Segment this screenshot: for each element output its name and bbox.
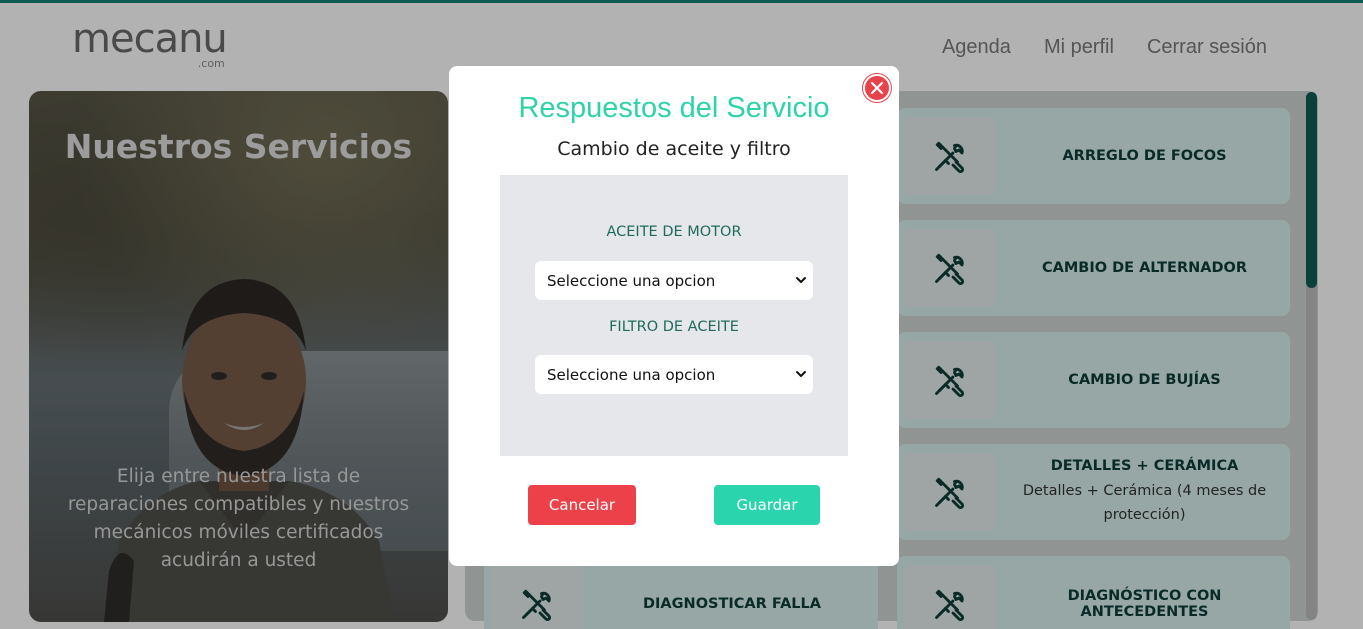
motor-oil-select[interactable]: Seleccione una opcion [535, 261, 813, 300]
select-value: Seleccione una opcion [547, 365, 716, 384]
oil-filter-select[interactable]: Seleccione una opcion [535, 355, 813, 394]
select-value: Seleccione una opcion [547, 271, 716, 290]
modal-subtitle: Cambio de aceite y filtro [557, 138, 791, 160]
service-parts-modal: Respuestos del Servicio Cambio de aceite… [449, 66, 899, 566]
chevron-down-icon [796, 277, 806, 283]
field-label-motor-oil: ACEITE DE MOTOR [606, 224, 742, 240]
save-button[interactable]: Guardar [714, 485, 820, 525]
modal-title: Respuestos del Servicio [518, 92, 830, 124]
field-label-oil-filter: FILTRO DE ACEITE [609, 319, 739, 335]
cancel-button[interactable]: Cancelar [528, 485, 636, 525]
parts-form: ACEITE DE MOTOR Seleccione una opcion FI… [500, 175, 848, 456]
chevron-down-icon [796, 371, 806, 377]
